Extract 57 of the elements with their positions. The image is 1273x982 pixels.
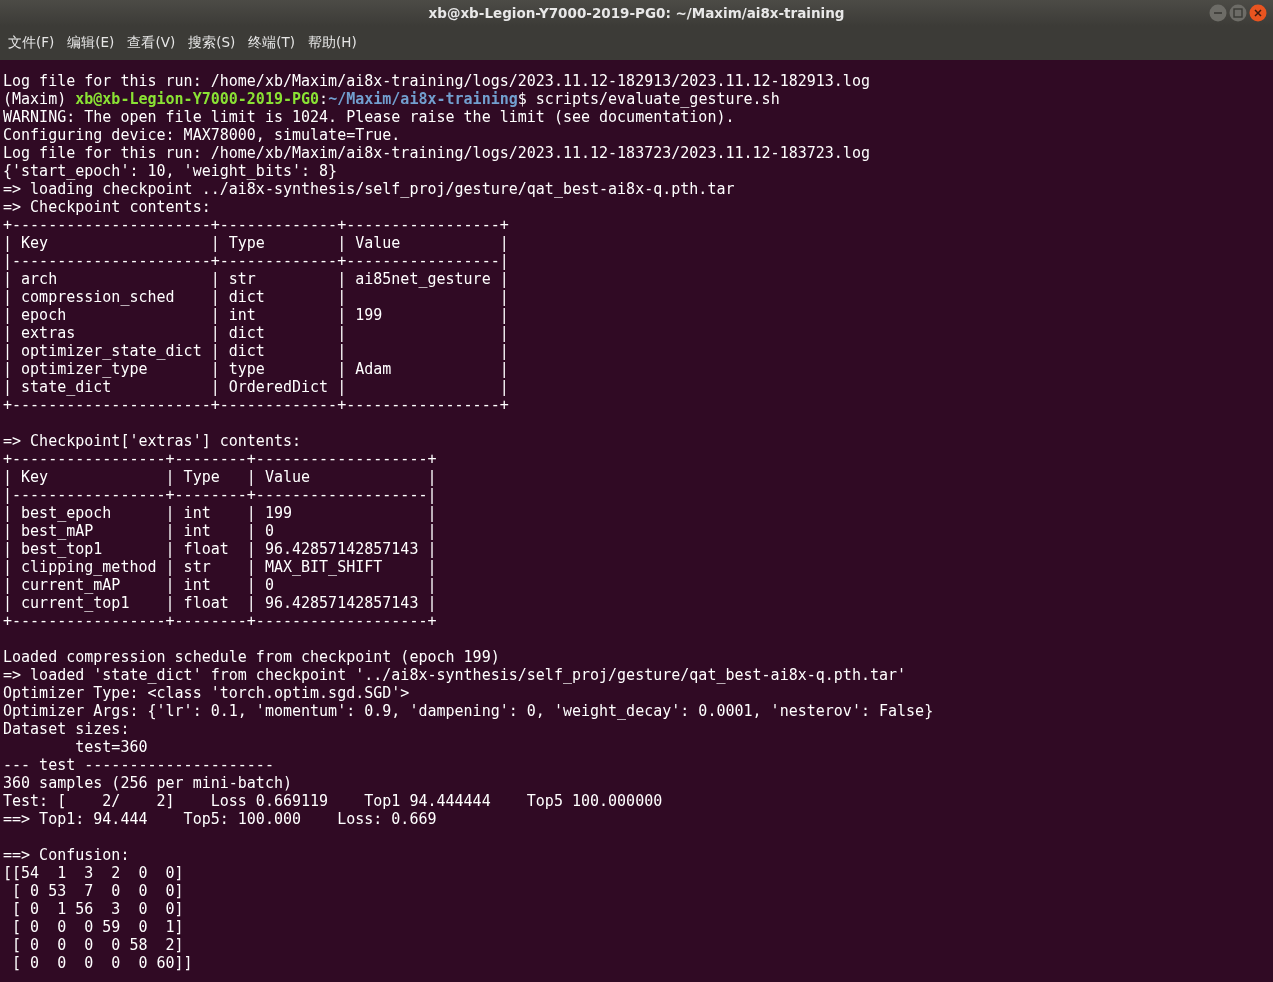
terminal-line: Log file for this run: /home/xb/Maxim/ai8x-training/logs/2023.11.12-182913/2023.11.12-182913.log [3, 72, 870, 90]
terminal-line: => loaded 'state_dict' from checkpoint '../ai8x-synthesis/self_proj/gesture/qat_best-ai8x-q.pth.tar' [3, 666, 907, 684]
terminal-line: 360 samples (256 per mini-batch) [3, 774, 292, 792]
terminal-line: Optimizer Args: {'lr': 0.1, 'momentum': 0.9, 'dampening': 0, 'weight_decay': 0.0001, 'nesterov': False} [3, 702, 934, 720]
menu-item[interactable]: 终端(T) [248, 34, 296, 52]
terminal-line: | state_dict | OrderedDict | | [3, 378, 509, 396]
terminal-line: | current_mAP | int | 0 | [3, 576, 437, 594]
terminal-line: Optimizer Type: <class 'torch.optim.sgd.SGD'> [3, 684, 410, 702]
prompt-line: (Maxim) xb@xb-Legion-Y7000-2019-PG0:~/Maxim/ai8x-training$ scripts/evaluate_gesture.sh [3, 90, 780, 108]
terminal-line: ==> Top1: 94.444 Top5: 100.000 Loss: 0.669 [3, 810, 437, 828]
terminal-line: WARNING: The open file limit is 1024. Please raise the limit (see documentation). [3, 108, 735, 126]
terminal-line: +-----------------+--------+-------------------+ [3, 450, 437, 468]
terminal-line: |-----------------+--------+-------------------| [3, 486, 437, 504]
terminal-line: Log file for this run: /home/xb/Maxim/ai8x-training/logs/2023.11.12-183723/2023.11.12-183723.log [3, 144, 870, 162]
terminal-line: Configuring device: MAX78000, simulate=True. [3, 126, 401, 144]
terminal-line: Loaded compression schedule from checkpoint (epoch 199) [3, 648, 500, 666]
maximize-icon[interactable] [1229, 4, 1247, 22]
terminal-line: | compression_sched | dict | | [3, 288, 509, 306]
terminal-line: [ 0 0 0 59 0 1] [11, 918, 184, 936]
terminal-line: test=360 [74, 738, 148, 756]
terminal-line: | best_epoch | int | 199 | [3, 504, 437, 522]
terminal-line: | arch | str | ai85net_gesture | [3, 270, 509, 288]
menu-item[interactable]: 查看(V) [127, 34, 176, 52]
close-icon[interactable] [1249, 4, 1267, 22]
terminal-line: [ 0 0 0 0 0 60]] [11, 954, 193, 972]
menu-item[interactable]: 文件(F) [8, 34, 55, 52]
terminal-line: {'start_epoch': 10, 'weight_bits': 8} [3, 162, 338, 180]
terminal-line: +-----------------+--------+-------------------+ [3, 612, 437, 630]
terminal-line: | best_top1 | float | 96.42857142857143 | [3, 540, 437, 558]
terminal-line: [ 0 1 56 3 0 0] [11, 900, 184, 918]
terminal-line: => Checkpoint['extras'] contents: [3, 432, 301, 450]
terminal-line: +----------------------+-------------+-----------------+ [3, 216, 509, 234]
terminal-line: Test: [ 2/ 2] Loss 0.669119 Top1 94.444444 Top5 100.000000 [3, 792, 663, 810]
terminal-line: Dataset sizes: [3, 720, 130, 738]
terminal-line: | best_mAP | int | 0 | [3, 522, 437, 540]
minimize-icon[interactable] [1209, 4, 1227, 22]
terminal-line: => loading checkpoint ../ai8x-synthesis/self_proj/gesture/qat_best-ai8x-q.pth.tar [3, 180, 735, 198]
terminal-line: |----------------------+-------------+-----------------| [3, 252, 509, 270]
terminal-line: | optimizer_state_dict | dict | | [3, 342, 509, 360]
terminal-line: --- test --------------------- [3, 756, 274, 774]
terminal-line: | epoch | int | 199 | [3, 306, 509, 324]
terminal-line: | optimizer_type | type | Adam | [3, 360, 509, 378]
terminal-line: => Checkpoint contents: [3, 198, 211, 216]
terminal-line: [ 0 53 7 0 0 0] [11, 882, 184, 900]
menu-item[interactable]: 搜索(S) [188, 34, 236, 52]
terminal-line: [[54 1 3 2 0 0] [3, 864, 184, 882]
terminal-line: | Key | Type | Value | [3, 468, 437, 486]
terminal-line: [ 0 0 0 0 58 2] [11, 936, 184, 954]
menu-item[interactable]: 帮助(H) [308, 34, 357, 52]
window-title: xb@xb-Legion-Y7000-2019-PG0: ~/Maxim/ai8x-training [428, 5, 845, 21]
terminal-line: | clipping_method | str | MAX_BIT_SHIFT | [3, 558, 437, 576]
menu-item[interactable]: 编辑(E) [67, 34, 115, 52]
terminal-line: | current_top1 | float | 96.42857142857143 | [3, 594, 437, 612]
terminal-line: ==> Confusion: [3, 846, 130, 864]
terminal-line: | Key | Type | Value | [3, 234, 509, 252]
terminal-line: +----------------------+-------------+-----------------+ [3, 396, 509, 414]
terminal-line: | extras | dict | | [3, 324, 509, 342]
